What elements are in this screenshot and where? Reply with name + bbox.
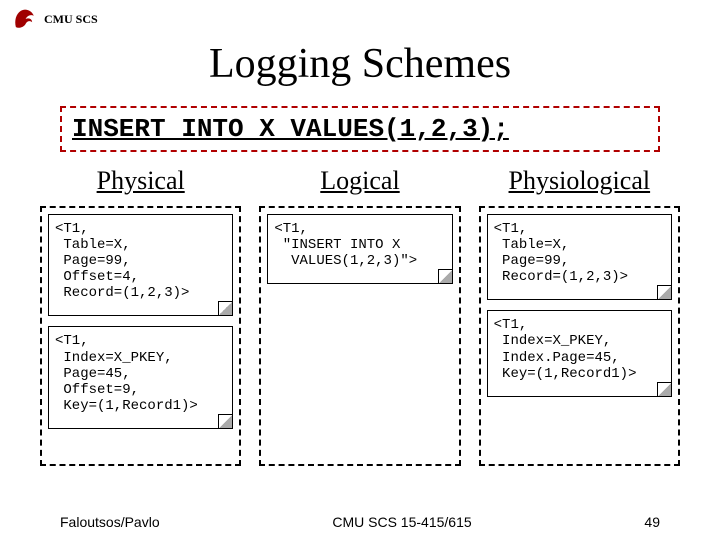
cmu-griffin-logo (10, 6, 38, 32)
col-physiological: Physiological <T1, Table=X, Page=99, Rec… (479, 166, 680, 466)
physical-note-1: <T1, Table=X, Page=99, Offset=4, Record=… (48, 214, 233, 316)
col-physiological-body: <T1, Table=X, Page=99, Record=(1,2,3)> <… (479, 206, 680, 466)
page-fold-icon (218, 301, 232, 315)
footer-right: 49 (644, 514, 660, 530)
sql-statement: INSERT INTO X VALUES(1,2,3); (60, 106, 660, 152)
header-label: CMU SCS (44, 12, 98, 27)
page-fold-icon (218, 414, 232, 428)
columns-row: Physical <T1, Table=X, Page=99, Offset=4… (0, 166, 720, 466)
physical-note-2-text: <T1, Index=X_PKEY, Page=45, Offset=9, Ke… (55, 333, 198, 413)
physiological-note-2-text: <T1, Index=X_PKEY, Index.Page=45, Key=(1… (494, 317, 637, 381)
physical-note-2: <T1, Index=X_PKEY, Page=45, Offset=9, Ke… (48, 326, 233, 428)
physiological-note-2: <T1, Index=X_PKEY, Index.Page=45, Key=(1… (487, 310, 672, 396)
slide-header: CMU SCS (0, 0, 720, 34)
physical-note-1-text: <T1, Table=X, Page=99, Offset=4, Record=… (55, 221, 189, 301)
col-logical-body: <T1, "INSERT INTO X VALUES(1,2,3)"> (259, 206, 460, 466)
col-physical-title: Physical (40, 166, 241, 196)
col-logical-title: Logical (259, 166, 460, 196)
col-physiological-title: Physiological (479, 166, 680, 196)
col-physical: Physical <T1, Table=X, Page=99, Offset=4… (40, 166, 241, 466)
page-fold-icon (438, 269, 452, 283)
physiological-note-1-text: <T1, Table=X, Page=99, Record=(1,2,3)> (494, 221, 628, 285)
logical-note-1: <T1, "INSERT INTO X VALUES(1,2,3)"> (267, 214, 452, 284)
page-fold-icon (657, 285, 671, 299)
physiological-note-1: <T1, Table=X, Page=99, Record=(1,2,3)> (487, 214, 672, 300)
col-physical-body: <T1, Table=X, Page=99, Offset=4, Record=… (40, 206, 241, 466)
footer-left: Faloutsos/Pavlo (60, 514, 160, 530)
logical-note-1-text: <T1, "INSERT INTO X VALUES(1,2,3)"> (274, 221, 417, 269)
page-fold-icon (657, 382, 671, 396)
slide-footer: Faloutsos/Pavlo CMU SCS 15-415/615 49 (0, 514, 720, 530)
col-logical: Logical <T1, "INSERT INTO X VALUES(1,2,3… (259, 166, 460, 466)
page-title: Logging Schemes (0, 40, 720, 88)
footer-center: CMU SCS 15-415/615 (332, 514, 471, 530)
